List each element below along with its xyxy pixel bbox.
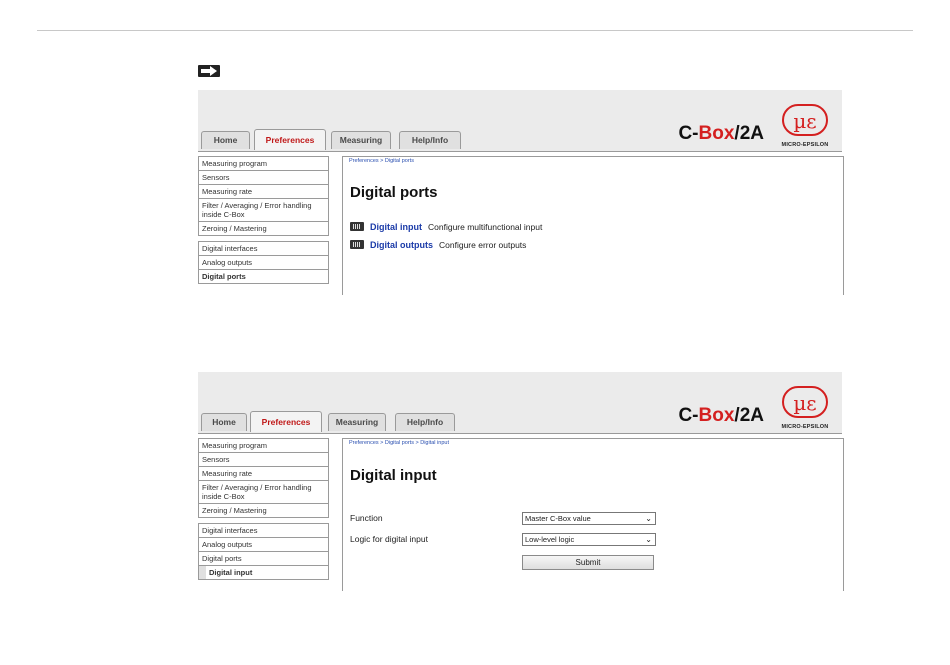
tab-preferences[interactable]: Preferences — [250, 411, 322, 432]
connector-icon — [350, 222, 364, 232]
sidebar-item-sensors[interactable]: Sensors — [198, 453, 329, 467]
svg-text:µε: µε — [793, 109, 816, 133]
sidebar-item-measuring-program[interactable]: Measuring program — [198, 438, 329, 453]
sidebar-item-zeroing[interactable]: Zeroing / Mastering — [198, 504, 329, 518]
sidebar-nav: Measuring program Sensors Measuring rate… — [198, 438, 329, 580]
sidebar-item-measuring-program[interactable]: Measuring program — [198, 156, 329, 171]
link-description: Configure error outputs — [439, 239, 527, 250]
sidebar-item-filter[interactable]: Filter / Averaging / Error handling insi… — [198, 481, 329, 504]
sidebar-item-analog-outputs[interactable]: Analog outputs — [198, 538, 329, 552]
tab-measuring[interactable]: Measuring — [331, 131, 391, 149]
tab-measuring[interactable]: Measuring — [328, 413, 386, 431]
micro-epsilon-logo: µε MICRO-EPSILON — [774, 386, 836, 430]
page-title: Digital ports — [350, 184, 438, 201]
micro-epsilon-logo: µε MICRO-EPSILON — [774, 104, 836, 148]
sidebar-item-digital-interfaces[interactable]: Digital interfaces — [198, 241, 329, 256]
sidebar-item-measuring-rate[interactable]: Measuring rate — [198, 467, 329, 481]
top-bar: Home Preferences Measuring Help/Info C-B… — [198, 372, 842, 434]
link-row-digital-outputs: Digital outputs Configure error outputs — [350, 239, 526, 253]
sidebar-item-digital-ports[interactable]: Digital ports — [198, 270, 329, 284]
sidebar-item-digital-ports[interactable]: Digital ports — [198, 552, 329, 566]
link-row-digital-input: Digital input Configure multifunctional i… — [350, 221, 542, 235]
product-name: C-Box/2A — [678, 123, 764, 144]
arrow-right-icon — [198, 65, 220, 77]
breadcrumb[interactable]: Preferences > Digital ports > Digital in… — [349, 440, 449, 446]
tab-preferences[interactable]: Preferences — [254, 129, 326, 150]
tab-help-info[interactable]: Help/Info — [399, 131, 461, 149]
top-divider — [37, 30, 913, 31]
tab-home[interactable]: Home — [201, 131, 250, 149]
main-content: Preferences > Digital ports > Digital in… — [342, 438, 844, 591]
tab-help-info[interactable]: Help/Info — [395, 413, 455, 431]
svg-text:µε: µε — [793, 391, 816, 415]
connector-icon — [350, 240, 364, 250]
sidebar-item-digital-interfaces[interactable]: Digital interfaces — [198, 523, 329, 538]
sidebar-item-digital-input[interactable]: Digital input — [198, 566, 329, 580]
function-select[interactable]: Master C-Box value ⌄ — [522, 512, 656, 525]
chevron-down-icon: ⌄ — [645, 535, 652, 544]
logic-label: Logic for digital input — [350, 534, 428, 544]
sidebar-item-filter[interactable]: Filter / Averaging / Error handling insi… — [198, 199, 329, 222]
sidebar-nav: Measuring program Sensors Measuring rate… — [198, 156, 329, 284]
function-label: Function — [350, 513, 383, 523]
sidebar-item-sensors[interactable]: Sensors — [198, 171, 329, 185]
breadcrumb[interactable]: Preferences > Digital ports — [349, 158, 414, 164]
digital-input-link[interactable]: Digital input — [370, 222, 422, 232]
digital-outputs-link[interactable]: Digital outputs — [370, 240, 433, 250]
chevron-down-icon: ⌄ — [645, 514, 652, 523]
top-bar: Home Preferences Measuring Help/Info C-B… — [198, 90, 842, 152]
sidebar-item-measuring-rate[interactable]: Measuring rate — [198, 185, 329, 199]
link-description: Configure multifunctional input — [428, 221, 543, 232]
sidebar-item-analog-outputs[interactable]: Analog outputs — [198, 256, 329, 270]
submit-button[interactable]: Submit — [522, 555, 654, 570]
digital-ports-screen: Home Preferences Measuring Help/Info C-B… — [198, 90, 844, 295]
main-content: Preferences > Digital ports Digital port… — [342, 156, 844, 295]
sidebar-item-zeroing[interactable]: Zeroing / Mastering — [198, 222, 329, 236]
page-title: Digital input — [350, 467, 437, 484]
product-name: C-Box/2A — [678, 405, 764, 426]
tab-home[interactable]: Home — [201, 413, 247, 431]
digital-input-screen: Home Preferences Measuring Help/Info C-B… — [198, 372, 844, 591]
logic-select[interactable]: Low-level logic ⌄ — [522, 533, 656, 546]
